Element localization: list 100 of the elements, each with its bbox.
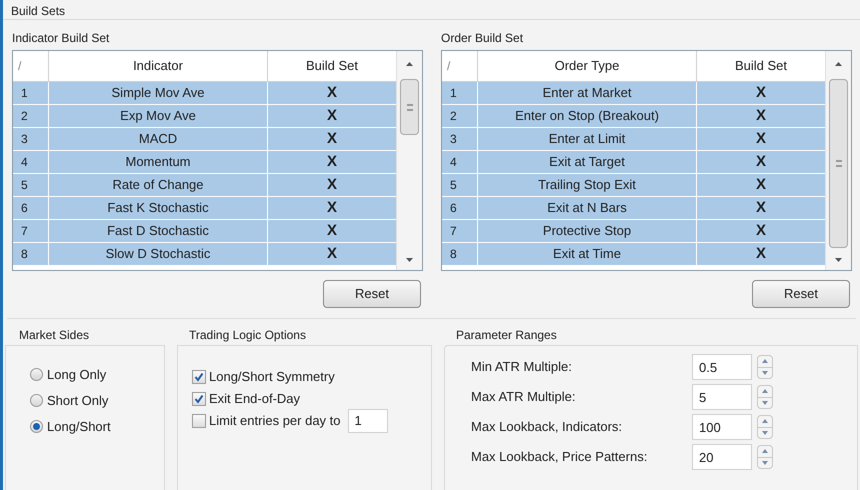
table-cell: Simple Mov Ave: [49, 82, 268, 104]
checkbox[interactable]: [192, 370, 206, 384]
radio-label[interactable]: Long/Short: [47, 416, 111, 436]
number-field[interactable]: 1: [348, 408, 388, 432]
group-title: Parameter Ranges: [456, 327, 557, 344]
table-row[interactable]: 5 Trailing Stop Exit X: [442, 174, 825, 197]
table-cell-text: X: [754, 128, 767, 149]
group-title: Trading Logic Options: [189, 327, 306, 344]
table-row[interactable]: 6 Exit at N Bars X: [442, 197, 825, 220]
row-number: 3: [442, 128, 478, 150]
table-cell: Exp Mov Ave: [49, 105, 268, 127]
reset-button[interactable]: Reset: [752, 280, 850, 308]
spinner[interactable]: [757, 445, 773, 469]
table-row[interactable]: 8 Slow D Stochastic X: [13, 243, 396, 266]
field-label: Max Lookback, Indicators:: [471, 418, 624, 436]
table-cell-text: X: [326, 152, 338, 172]
table-row[interactable]: 2 Exp Mov Ave X: [13, 105, 396, 128]
scroll-up-arrow[interactable]: [835, 62, 842, 66]
number-field[interactable]: 100: [692, 414, 752, 440]
table-cell-text: X: [326, 128, 338, 149]
number-field[interactable]: 5: [692, 384, 752, 410]
checkbox-label[interactable]: Limit entries per day to: [209, 410, 341, 430]
field-label: Min ATR Multiple:: [471, 358, 573, 376]
column-header[interactable]: Order Type: [478, 51, 697, 81]
radio-button[interactable]: [30, 420, 43, 433]
row-number: 7: [442, 220, 478, 242]
table-row[interactable]: 5 Rate of Change X: [13, 174, 396, 197]
spin-down-icon[interactable]: [762, 400, 768, 405]
table-cell: MACD: [49, 128, 268, 150]
column-header[interactable]: /: [13, 51, 49, 81]
radio-button[interactable]: [30, 368, 43, 381]
table-cell-text: X: [326, 244, 338, 264]
checkbox-label[interactable]: Exit End-of-Day: [209, 388, 300, 408]
scroll-down-arrow[interactable]: [406, 258, 413, 262]
table-row[interactable]: 7 Protective Stop X: [442, 220, 825, 243]
table-row[interactable]: 3 MACD X: [13, 128, 396, 151]
table-row[interactable]: 4 Momentum X: [13, 151, 396, 174]
row-number: 8: [13, 243, 49, 265]
table-row[interactable]: 6 Fast K Stochastic X: [13, 197, 396, 220]
row-number: 2: [442, 105, 478, 127]
table-row[interactable]: 7 Fast D Stochastic X: [13, 220, 396, 243]
scroll-thumb[interactable]: [829, 79, 848, 248]
radio-label[interactable]: Long Only: [47, 364, 106, 384]
table-cell-text: X: [754, 220, 767, 241]
column-header[interactable]: /: [442, 51, 478, 81]
table-row[interactable]: 1 Simple Mov Ave X: [13, 82, 396, 105]
spinner[interactable]: [757, 355, 773, 379]
table-cell: Slow D Stochastic: [49, 243, 268, 265]
table-row[interactable]: 3 Enter at Limit X: [442, 128, 825, 151]
table-cell-text: X: [754, 152, 767, 172]
spinner[interactable]: [757, 415, 773, 439]
column-header[interactable]: Build Set: [697, 51, 825, 81]
scroll-thumb[interactable]: [400, 79, 419, 135]
checkbox[interactable]: [192, 392, 206, 406]
spin-up-icon[interactable]: [762, 359, 768, 364]
spin-up-icon[interactable]: [762, 389, 768, 394]
row-number: 5: [442, 174, 478, 196]
spin-down-icon[interactable]: [762, 430, 768, 435]
spin-down-icon[interactable]: [762, 370, 768, 375]
field-label: Max ATR Multiple:: [471, 388, 577, 406]
spin-up-icon[interactable]: [762, 449, 768, 454]
group-title: Market Sides: [19, 327, 90, 344]
spin-down-icon[interactable]: [762, 460, 768, 465]
table-row[interactable]: 1 Enter at Market X: [442, 82, 825, 105]
column-header[interactable]: Build Set: [268, 51, 396, 81]
table-cell: Exit at Target: [478, 151, 697, 173]
table-cell: Momentum: [49, 151, 268, 173]
scrollbar[interactable]: [396, 51, 422, 270]
field-label: Max Lookback, Price Patterns:: [471, 448, 648, 466]
row-number: 6: [442, 197, 478, 219]
scroll-up-arrow[interactable]: [406, 62, 413, 66]
scroll-down-arrow[interactable]: [835, 258, 842, 262]
radio-button[interactable]: [30, 394, 43, 407]
row-number: 6: [13, 197, 49, 219]
scrollbar[interactable]: [825, 51, 851, 270]
checkbox[interactable]: [192, 414, 206, 428]
checkbox-label[interactable]: Long/Short Symmetry: [209, 366, 335, 386]
spin-up-icon[interactable]: [762, 419, 768, 424]
table-cell: Enter on Stop (Breakout): [478, 105, 697, 127]
table-cell: Trailing Stop Exit: [478, 174, 697, 196]
column-header[interactable]: Indicator: [49, 51, 268, 81]
row-number: 5: [13, 174, 49, 196]
table-cell: Fast K Stochastic: [49, 197, 268, 219]
table-cell-text: X: [326, 106, 338, 126]
row-number: 3: [13, 128, 49, 150]
row-number: 4: [442, 151, 478, 173]
table-cell: Exit at N Bars: [478, 197, 697, 219]
grip-icon: [836, 160, 842, 167]
table-row[interactable]: 8 Exit at Time X: [442, 243, 825, 266]
table-row[interactable]: 2 Enter on Stop (Breakout) X: [442, 105, 825, 128]
radio-label[interactable]: Short Only: [47, 390, 108, 410]
spinner[interactable]: [757, 385, 773, 409]
number-field[interactable]: 0.5: [692, 354, 752, 380]
table-cell-text: X: [754, 106, 767, 126]
table-cell: Fast D Stochastic: [49, 220, 268, 242]
table-cell-text: X: [754, 244, 767, 264]
table-row[interactable]: 4 Exit at Target X: [442, 151, 825, 174]
row-number: 1: [13, 82, 49, 104]
reset-button[interactable]: Reset: [323, 280, 421, 308]
number-field[interactable]: 20: [692, 444, 752, 470]
